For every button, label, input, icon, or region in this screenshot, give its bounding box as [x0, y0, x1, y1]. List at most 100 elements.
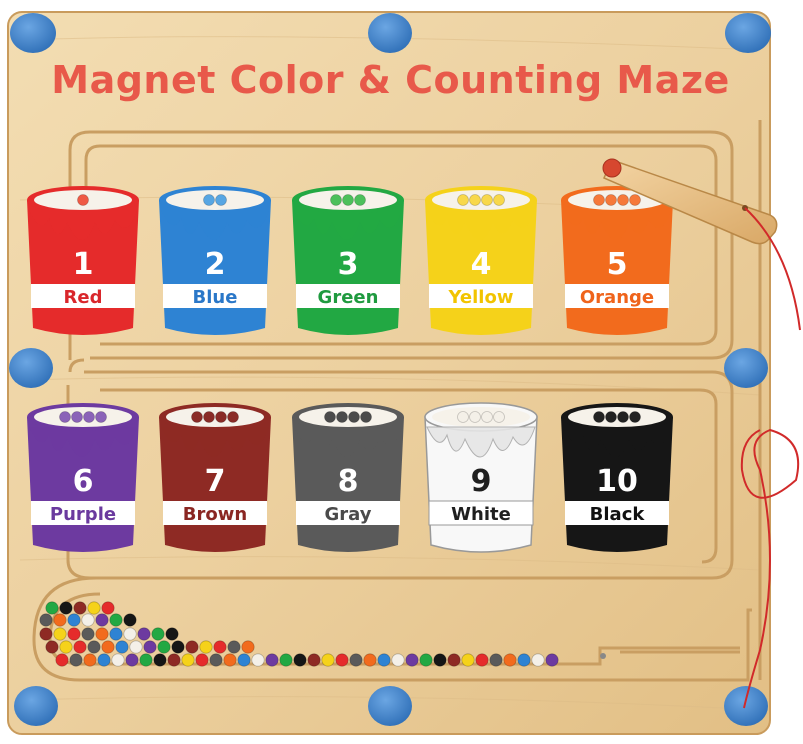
tray-ball: [45, 640, 59, 654]
tray-ball: [115, 640, 129, 654]
tray-ball: [53, 613, 67, 627]
can-ball: [605, 194, 617, 206]
can-number: 8: [338, 464, 359, 499]
tray-ball: [73, 640, 87, 654]
can-ball: [605, 411, 617, 423]
can-ball: [354, 194, 366, 206]
button-top-center: [368, 13, 412, 53]
tray-ball: [69, 653, 83, 667]
tray-ball: [447, 653, 461, 667]
tray-ball: [199, 640, 213, 654]
tray-ball: [39, 627, 53, 641]
can-ball: [593, 194, 605, 206]
tray-ball: [475, 653, 489, 667]
can-ball: [215, 411, 227, 423]
tray-ball: [265, 653, 279, 667]
tray-ball: [209, 653, 223, 667]
paint-can-white: 9 White: [424, 402, 538, 553]
tray-ball: [279, 653, 293, 667]
tray-ball: [139, 653, 153, 667]
tray-ball: [531, 653, 545, 667]
tray-ball: [95, 613, 109, 627]
tray-ball: [45, 601, 59, 615]
tray-ball: [59, 640, 73, 654]
button-bottom-center: [368, 686, 412, 726]
can-ball: [629, 411, 641, 423]
can-ball: [629, 194, 641, 206]
tray-ball: [419, 653, 433, 667]
paint-can-purple: 6 Purple: [27, 403, 139, 552]
can-number: 3: [338, 247, 359, 282]
can-opening: [568, 407, 666, 427]
tray-ball: [517, 653, 531, 667]
tray-ball: [87, 601, 101, 615]
can-label: White: [451, 504, 511, 525]
can-number: 4: [471, 247, 492, 282]
can-number: 1: [73, 247, 94, 282]
tray-ball: [137, 627, 151, 641]
tray-ball: [321, 653, 335, 667]
tray-ball: [101, 601, 115, 615]
paint-can-yellow: 4 Yellow: [425, 186, 537, 335]
tray-ball: [153, 653, 167, 667]
tray-ball: [171, 640, 185, 654]
paint-can-brown: 7 Brown: [159, 403, 271, 552]
can-ball: [330, 194, 342, 206]
tray-ball: [67, 613, 81, 627]
can-label: Purple: [50, 504, 116, 525]
can-label: Black: [590, 504, 646, 525]
tray-ball: [241, 640, 255, 654]
tray-ball: [81, 627, 95, 641]
tray-ball: [227, 640, 241, 654]
tray-ball: [95, 627, 109, 641]
can-label: Yellow: [448, 287, 514, 308]
tray-ball: [129, 640, 143, 654]
tray-ball: [335, 653, 349, 667]
can-ball: [191, 411, 203, 423]
can-opening: [299, 407, 397, 427]
tray-ball: [167, 653, 181, 667]
can-ball: [77, 194, 89, 206]
can-number: 9: [471, 464, 492, 499]
tray-ball: [213, 640, 227, 654]
can-label: Brown: [183, 504, 247, 525]
tray-ball: [143, 640, 157, 654]
maze-board: 1 Red 2 Blue 3 Green 4 Yellow 5 Orange 6 Purple 7 Bro…: [7, 11, 801, 735]
can-ball: [457, 411, 469, 423]
tray-ball: [363, 653, 377, 667]
can-label: Orange: [580, 287, 654, 308]
can-number: 10: [596, 464, 638, 499]
can-ball: [360, 411, 372, 423]
tray-ball: [251, 653, 265, 667]
tray-ball: [59, 601, 73, 615]
tray-ball: [503, 653, 517, 667]
can-ball: [617, 411, 629, 423]
paint-can-blue: 2 Blue: [159, 186, 271, 335]
can-ball: [469, 194, 481, 206]
can-opening: [166, 190, 264, 210]
track-stop-dot: [600, 653, 606, 659]
button-top-left: [10, 13, 56, 53]
can-ball: [348, 411, 360, 423]
can-ball: [481, 411, 493, 423]
tray-ball: [123, 613, 137, 627]
tray-ball: [87, 640, 101, 654]
can-ball: [71, 411, 83, 423]
can-ball: [83, 411, 95, 423]
can-ball: [336, 411, 348, 423]
tray-ball: [195, 653, 209, 667]
paint-can-black: 10 Black: [561, 403, 673, 552]
paint-can-green: 3 Green: [292, 186, 404, 335]
tray-ball: [55, 653, 69, 667]
tray-ball: [67, 627, 81, 641]
can-label: Gray: [325, 504, 372, 525]
paint-can-gray: 8 Gray: [292, 403, 404, 552]
can-ball: [617, 194, 629, 206]
can-ball: [342, 194, 354, 206]
tray-ball: [39, 613, 53, 627]
tray-ball: [223, 653, 237, 667]
can-ball: [59, 411, 71, 423]
can-number: 2: [205, 247, 226, 282]
tray-ball: [157, 640, 171, 654]
tray-ball: [125, 653, 139, 667]
